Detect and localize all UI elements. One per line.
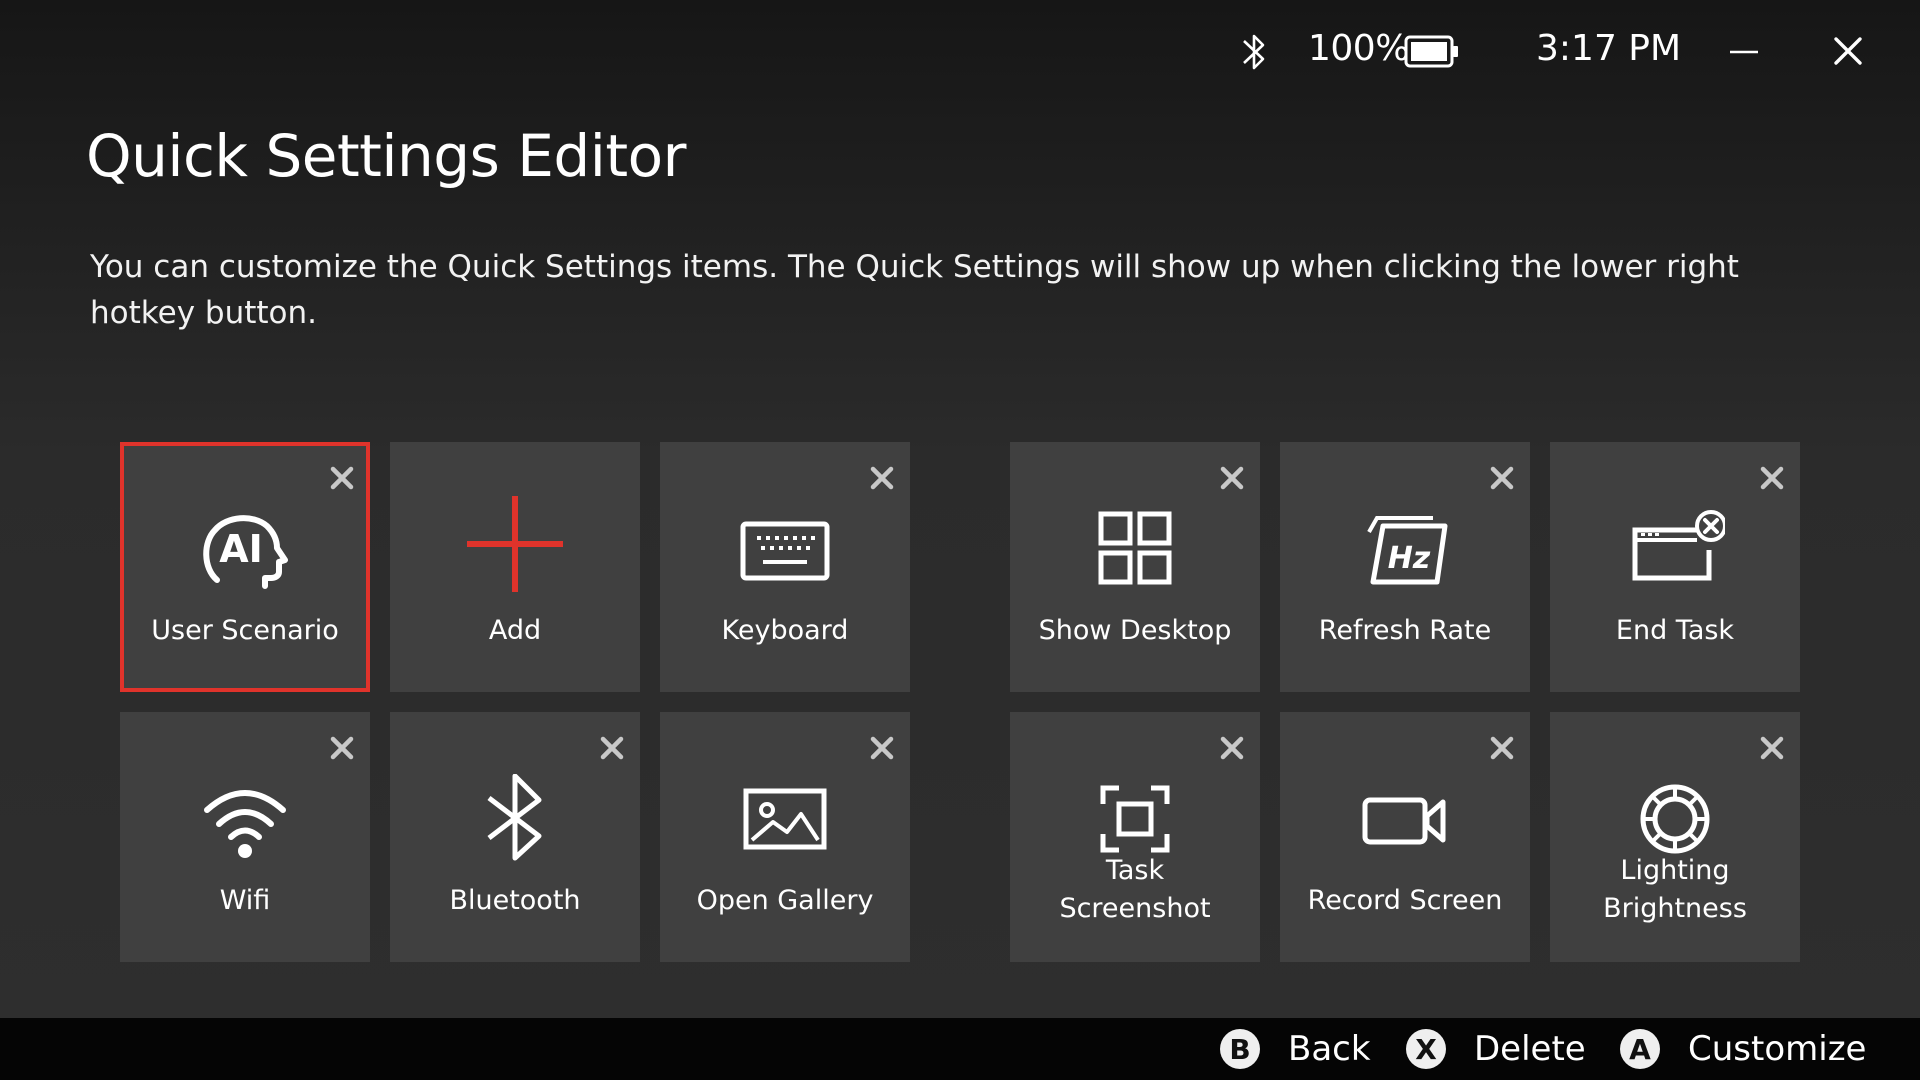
remove-refresh-rate-button[interactable] — [1488, 464, 1516, 492]
tile-wifi[interactable]: Wifi — [120, 712, 370, 962]
tile-refresh-rate[interactable]: Hz Refresh Rate — [1280, 442, 1530, 692]
svg-text:AI: AI — [219, 527, 263, 571]
image-icon — [735, 774, 835, 864]
tile-record-screen[interactable]: Record Screen — [1280, 712, 1530, 962]
svg-text:Hz: Hz — [1388, 541, 1431, 576]
remove-lighting-brightness-button[interactable] — [1758, 734, 1786, 762]
x-button-icon: X — [1406, 1029, 1446, 1069]
tile-label: Lighting Brightness — [1603, 855, 1747, 924]
remove-icon — [1490, 736, 1514, 760]
tile-lighting-brightness[interactable]: Lighting Brightness — [1550, 712, 1800, 962]
footer-hint-bar: B Back X Delete A Customize — [0, 1018, 1920, 1080]
remove-keyboard-button[interactable] — [868, 464, 896, 492]
tile-user-scenario[interactable]: AI User Scenario — [120, 442, 370, 692]
back-label: Back — [1288, 1029, 1371, 1069]
remove-icon — [1490, 466, 1514, 490]
tile-label: Bluetooth — [449, 885, 581, 916]
close-icon — [1834, 37, 1862, 65]
tile-add[interactable]: Add — [390, 442, 640, 692]
delete-hint-button[interactable]: X Delete — [1406, 1027, 1586, 1071]
tile-label: Refresh Rate — [1318, 615, 1492, 646]
back-hint-button[interactable]: B Back — [1220, 1027, 1371, 1071]
tile-end-task[interactable]: End Task — [1550, 442, 1800, 692]
remove-user-scenario-button[interactable] — [328, 464, 356, 492]
remove-wifi-button[interactable] — [328, 734, 356, 762]
status-bar: 100% 3:17 PM — [0, 0, 1920, 100]
battery-percentage: 100% — [1308, 28, 1409, 69]
delete-label: Delete — [1474, 1029, 1586, 1069]
tile-keyboard[interactable]: Keyboard — [660, 442, 910, 692]
page-description: You can customize the Quick Settings ite… — [90, 249, 1739, 331]
close-button[interactable] — [1818, 24, 1878, 78]
remove-end-task-button[interactable] — [1758, 464, 1786, 492]
tile-label: Add — [488, 615, 542, 646]
customize-hint-button[interactable]: A Customize — [1620, 1027, 1866, 1071]
end-task-icon — [1625, 504, 1725, 594]
remove-bluetooth-button[interactable] — [598, 734, 626, 762]
tile-show-desktop[interactable]: Show Desktop — [1010, 442, 1260, 692]
lighting-ring-icon — [1625, 774, 1725, 864]
remove-icon — [1220, 466, 1244, 490]
tile-open-gallery[interactable]: Open Gallery — [660, 712, 910, 962]
remove-icon — [1760, 466, 1784, 490]
remove-show-desktop-button[interactable] — [1218, 464, 1246, 492]
clock-time: 3:17 PM — [1536, 28, 1682, 69]
tile-task-screenshot[interactable]: Task Screenshot — [1010, 712, 1260, 962]
remove-icon — [330, 736, 354, 760]
remove-open-gallery-button[interactable] — [868, 734, 896, 762]
remove-icon — [870, 466, 894, 490]
tile-label: Open Gallery — [696, 885, 874, 916]
tile-label: End Task — [1615, 615, 1735, 646]
remove-icon — [870, 736, 894, 760]
video-camera-icon — [1355, 774, 1455, 864]
b-button-icon: B — [1220, 1029, 1260, 1069]
remove-icon — [1220, 736, 1244, 760]
tile-label: Keyboard — [721, 615, 849, 646]
tile-label: Task Screenshot — [1059, 855, 1211, 924]
remove-icon — [1760, 736, 1784, 760]
minimize-icon — [1730, 50, 1758, 54]
keyboard-icon — [735, 504, 835, 594]
ai-head-icon: AI — [195, 504, 295, 594]
a-button-icon: A — [1620, 1029, 1660, 1069]
customize-label: Customize — [1688, 1029, 1867, 1069]
bluetooth-status-icon — [1236, 28, 1272, 76]
remove-icon — [600, 736, 624, 760]
grid-icon — [1085, 504, 1185, 594]
plus-icon — [465, 494, 565, 594]
remove-task-screenshot-button[interactable] — [1218, 734, 1246, 762]
tile-label: Show Desktop — [1038, 615, 1232, 646]
bluetooth-icon — [465, 774, 565, 864]
remove-icon — [330, 466, 354, 490]
tile-label: Wifi — [219, 885, 271, 916]
screenshot-icon — [1085, 774, 1185, 864]
page-title: Quick Settings Editor — [86, 122, 686, 190]
minimize-button[interactable] — [1714, 24, 1774, 78]
remove-record-screen-button[interactable] — [1488, 734, 1516, 762]
refresh-rate-icon: Hz — [1355, 504, 1455, 594]
battery-icon — [1404, 34, 1460, 70]
tile-bluetooth[interactable]: Bluetooth — [390, 712, 640, 962]
tile-label: User Scenario — [151, 615, 339, 646]
tile-label: Record Screen — [1307, 885, 1503, 916]
wifi-icon — [195, 774, 295, 864]
